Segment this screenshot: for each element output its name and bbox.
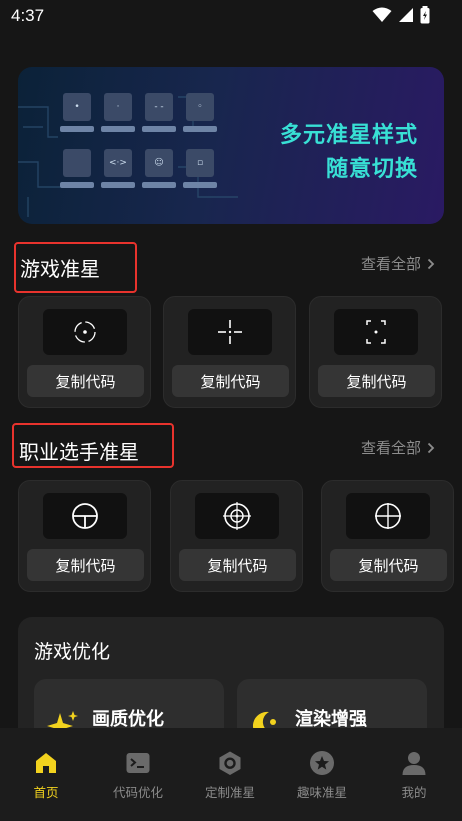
- circuit-pattern: [18, 96, 238, 217]
- copy-code-button[interactable]: 复制代码: [172, 365, 289, 397]
- crosshair-preview: [188, 309, 272, 355]
- copy-code-button[interactable]: 复制代码: [27, 549, 144, 581]
- style-label-bar: [101, 182, 135, 188]
- tab-code-optimize[interactable]: 代码优化: [92, 750, 184, 801]
- style-label-bar: [60, 126, 94, 132]
- style-preview-6: <·>: [104, 149, 132, 177]
- crosshair-card[interactable]: 复制代码: [309, 296, 442, 408]
- view-all-pro-link[interactable]: 查看全部: [361, 437, 435, 458]
- user-icon: [402, 752, 426, 775]
- copy-code-button[interactable]: 复制代码: [27, 365, 144, 397]
- tab-home[interactable]: 首页: [0, 750, 92, 801]
- hexagon-icon: [219, 751, 241, 775]
- tab-label: 趣味准星: [296, 785, 347, 800]
- tab-fun-crosshair[interactable]: 趣味准星: [276, 750, 368, 801]
- status-bar: 4:37: [0, 0, 462, 34]
- style-label-bar: [142, 182, 176, 188]
- crosshair-preview: [334, 309, 418, 355]
- wifi-icon: [372, 7, 392, 22]
- home-icon: [36, 753, 56, 773]
- bottom-tab-bar: 首页 代码优化 定制准星 趣味准星 我的: [0, 728, 462, 821]
- section-title-pro: 职业选手准星: [19, 440, 139, 464]
- optimization-title: 游戏优化: [34, 641, 111, 663]
- style-preview-7: ☺: [145, 149, 173, 177]
- copy-code-button[interactable]: 复制代码: [330, 549, 447, 581]
- bracket-dot-crosshair-icon: [366, 320, 386, 344]
- crosshair-preview: [346, 493, 430, 539]
- style-label-bar: [142, 126, 176, 132]
- style-preview-5: [63, 149, 91, 177]
- tab-profile[interactable]: 我的: [368, 750, 460, 801]
- pro-crosshair-card[interactable]: 复制代码: [321, 480, 454, 592]
- terminal-icon: [126, 753, 150, 773]
- style-label-bar: [183, 182, 217, 188]
- style-preview-2: ·: [104, 93, 132, 121]
- crosshair-preview: [43, 493, 127, 539]
- tab-label: 我的: [401, 785, 427, 800]
- style-preview-3: - -: [145, 93, 173, 121]
- style-preview-1: •: [63, 93, 91, 121]
- promo-banner[interactable]: • · - - ◦ <·> ☺ ▫ 多元准星样式 随意切换: [18, 67, 444, 224]
- dot-circle-crosshair-icon: [74, 321, 96, 343]
- status-time: 4:37: [11, 6, 45, 25]
- tab-label: 定制准星: [204, 785, 255, 800]
- view-all-game-link[interactable]: 查看全部: [361, 253, 435, 274]
- copy-code-button[interactable]: 复制代码: [179, 549, 296, 581]
- style-label-bar: [60, 182, 94, 188]
- tab-label: 代码优化: [112, 785, 163, 800]
- section-title-game: 游戏准星: [20, 257, 100, 281]
- target-scope-crosshair-icon: [223, 502, 251, 530]
- crosshair-preview: [195, 493, 279, 539]
- battery-icon: [420, 6, 430, 24]
- status-icons: [372, 6, 430, 24]
- style-preview-4: ◦: [186, 93, 214, 121]
- chevron-right-icon: [427, 442, 435, 453]
- pro-crosshair-card[interactable]: 复制代码: [18, 480, 151, 592]
- style-label-bar: [101, 126, 135, 132]
- style-label-bar: [183, 126, 217, 132]
- crosshair-card[interactable]: 复制代码: [163, 296, 296, 408]
- cross-scope-crosshair-icon: [375, 503, 401, 529]
- copy-code-button[interactable]: 复制代码: [318, 365, 435, 397]
- chevron-right-icon: [427, 258, 435, 269]
- banner-subheadline: 随意切换: [325, 157, 418, 182]
- banner-headline: 多元准星样式: [279, 123, 418, 148]
- t-scope-crosshair-icon: [72, 503, 98, 529]
- star-badge-icon: [310, 751, 334, 775]
- signal-icon: [399, 8, 413, 22]
- gap-cross-crosshair-icon: [218, 320, 242, 344]
- crosshair-card[interactable]: 复制代码: [18, 296, 151, 408]
- view-all-label: 查看全部: [361, 439, 422, 457]
- crosshair-preview: [43, 309, 127, 355]
- tab-custom-crosshair[interactable]: 定制准星: [184, 750, 276, 801]
- tab-label: 首页: [33, 785, 59, 800]
- style-preview-8: ▫: [186, 149, 214, 177]
- pro-crosshair-card[interactable]: 复制代码: [170, 480, 303, 592]
- view-all-label: 查看全部: [361, 255, 422, 273]
